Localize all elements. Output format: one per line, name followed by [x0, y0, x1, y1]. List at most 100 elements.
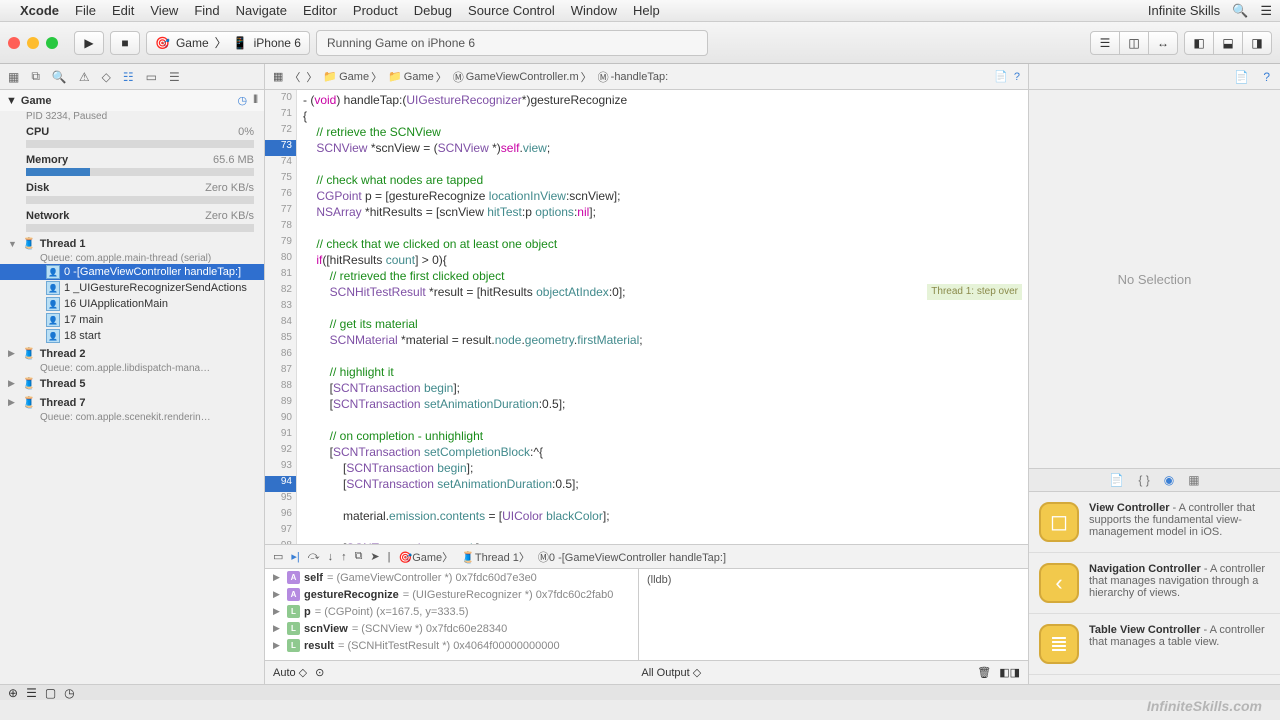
media-lib-icon[interactable]: ▦: [1188, 473, 1199, 487]
file-inspector-tab-icon[interactable]: 📄: [1234, 70, 1249, 84]
gauge-cpu[interactable]: CPU0%: [0, 122, 264, 150]
library-item[interactable]: ◻ View Controller - A controller that su…: [1029, 492, 1280, 553]
related-items-icon[interactable]: ▦: [273, 70, 283, 83]
object-lib-icon[interactable]: ◉: [1164, 473, 1174, 487]
thread-row[interactable]: ▶ 🧵Thread 5: [0, 374, 264, 393]
scope-icon[interactable]: ▢: [45, 686, 56, 700]
inspector: 📄 ? No Selection 📄 { } ◉ ▦ ◻ View Contro…: [1028, 64, 1280, 684]
thread-row[interactable]: ▶ 🧵Thread 2: [0, 344, 264, 363]
run-button[interactable]: ▶: [74, 31, 104, 55]
test-nav-icon[interactable]: ◇: [102, 70, 111, 84]
menu-editor[interactable]: Editor: [303, 3, 337, 18]
variables-filter-icon[interactable]: ⊙: [315, 666, 324, 679]
menu-source-control[interactable]: Source Control: [468, 3, 555, 18]
variable-row[interactable]: ▶ L result = (SCNHitTestResult *) 0x4064…: [265, 637, 638, 654]
file-template-lib-icon[interactable]: 📄: [1109, 473, 1124, 487]
menu-edit[interactable]: Edit: [112, 3, 134, 18]
code-snippet-lib-icon[interactable]: { }: [1138, 473, 1149, 487]
jump-group[interactable]: Game: [404, 71, 434, 83]
standard-editor-button[interactable]: ☰: [1090, 31, 1120, 55]
filter-icon[interactable]: ⊕: [8, 686, 18, 700]
menu-help[interactable]: Help: [633, 3, 660, 18]
symbol-nav-icon[interactable]: ⧉: [31, 69, 40, 84]
library-item[interactable]: ‹ Navigation Controller - A controller t…: [1029, 553, 1280, 614]
clear-console-icon[interactable]: 🗑: [977, 666, 991, 679]
step-over-button[interactable]: ⤼: [308, 550, 320, 563]
spotlight-icon[interactable]: 🔍: [1232, 3, 1248, 19]
jump-file[interactable]: GameViewController.m: [466, 71, 579, 83]
menu-navigate[interactable]: Navigate: [236, 3, 287, 18]
file-inspector-icon[interactable]: 📄: [994, 70, 1008, 83]
menu-find[interactable]: Find: [194, 3, 219, 18]
jump-project[interactable]: Game: [339, 71, 369, 83]
console-view[interactable]: (lldb): [639, 569, 1028, 660]
toggle-inspector-button[interactable]: ◨: [1242, 31, 1272, 55]
breakpoint-nav-icon[interactable]: ▭: [146, 70, 157, 84]
back-button[interactable]: 〈: [289, 69, 300, 85]
clock-icon[interactable]: ◷: [64, 686, 74, 700]
console-output-selector[interactable]: All Output ◇: [641, 666, 701, 679]
debug-view-hierarchy-button[interactable]: ⧉: [355, 550, 363, 563]
notification-icon[interactable]: ☰: [1260, 3, 1272, 19]
debug-bar: ▭ ▸| ⤼ ↓ ↑ ⧉ ➤ | 🎯Game〉 🧵Thread 1〉 Ⓜ0 -[…: [265, 545, 1028, 569]
debug-crumb-frame[interactable]: 0 -[GameViewController handleTap:]: [549, 552, 726, 564]
variables-scope-selector[interactable]: Auto ◇: [273, 666, 307, 679]
menu-debug[interactable]: Debug: [414, 3, 452, 18]
menubar-right-label: Infinite Skills: [1148, 3, 1220, 18]
forward-button[interactable]: 〉: [306, 69, 317, 85]
simulate-location-button[interactable]: ➤: [370, 550, 379, 563]
variable-row[interactable]: ▶ L p = (CGPoint) (x=167.5, y=333.5): [265, 603, 638, 620]
toggle-debug-view-icon[interactable]: ▭: [273, 550, 283, 563]
close-button[interactable]: [8, 37, 20, 49]
variable-row[interactable]: ▶ A gestureRecognize = (UIGestureRecogni…: [265, 586, 638, 603]
jump-bar[interactable]: ▦ 〈 〉 📁Game〉 📁Game〉 ⓂGameViewController.…: [265, 64, 1028, 90]
variables-view[interactable]: ▶ A self = (GameViewController *) 0x7fdc…: [265, 569, 639, 660]
quick-help-icon[interactable]: ?: [1014, 71, 1020, 83]
version-editor-button[interactable]: ↔: [1148, 31, 1178, 55]
toggle-debug-button[interactable]: ⬓: [1213, 31, 1243, 55]
thread-row[interactable]: ▼ 🧵Thread 1: [0, 234, 264, 253]
toggle-navigator-button[interactable]: ◧: [1184, 31, 1214, 55]
gauge-memory[interactable]: Memory65.6 MB: [0, 150, 264, 178]
step-into-button[interactable]: ↓: [328, 551, 334, 563]
search-nav-icon[interactable]: 🔍: [52, 70, 67, 84]
library-item[interactable]: ≣ Table View Controller - A controller t…: [1029, 614, 1280, 675]
debug-crumb-process[interactable]: Game: [412, 552, 442, 564]
stack-frame[interactable]: 👤17 main: [0, 312, 264, 328]
console-pane-toggle[interactable]: ◧◨: [999, 666, 1020, 679]
menu-file[interactable]: File: [75, 3, 96, 18]
thread-row[interactable]: ▶ 🧵Thread 7: [0, 393, 264, 412]
code-editor[interactable]: 7071727374757677787980818283848586878889…: [265, 90, 1028, 544]
debug-crumb-thread[interactable]: Thread 1: [475, 552, 519, 564]
project-header[interactable]: ▼ Game ◷ ⦀: [0, 90, 264, 111]
menu-window[interactable]: Window: [571, 3, 617, 18]
stack-frame[interactable]: 👤16 UIApplicationMain: [0, 296, 264, 312]
stack-frame[interactable]: 👤18 start: [0, 328, 264, 344]
stop-button[interactable]: ■: [110, 31, 140, 55]
debug-nav-icon[interactable]: ☷: [123, 70, 134, 84]
scheme-selector[interactable]: 🎯 Game 〉 📱 iPhone 6: [146, 31, 310, 55]
menu-product[interactable]: Product: [353, 3, 398, 18]
minimize-button[interactable]: [27, 37, 39, 49]
menu-app[interactable]: Xcode: [20, 3, 59, 18]
step-out-button[interactable]: ↑: [341, 551, 347, 563]
report-nav-icon[interactable]: ☰: [169, 70, 180, 84]
console-prompt: (lldb): [647, 574, 671, 586]
object-library[interactable]: ◻ View Controller - A controller that su…: [1029, 492, 1280, 684]
variable-row[interactable]: ▶ A self = (GameViewController *) 0x7fdc…: [265, 569, 638, 586]
gauge-network[interactable]: NetworkZero KB/s: [0, 206, 264, 234]
zoom-button[interactable]: [46, 37, 58, 49]
stack-frame[interactable]: 👤0 -[GameViewController handleTap:]: [0, 264, 264, 280]
project-nav-icon[interactable]: ▦: [8, 70, 19, 84]
gauge-disk[interactable]: DiskZero KB/s: [0, 178, 264, 206]
jump-symbol[interactable]: -handleTap:: [611, 71, 669, 83]
stack-frame[interactable]: 👤1 _UIGestureRecognizerSendActions: [0, 280, 264, 296]
continue-button[interactable]: ▸|: [291, 550, 299, 563]
outline-icon[interactable]: ☰: [26, 686, 37, 700]
quick-help-tab-icon[interactable]: ?: [1263, 70, 1270, 84]
menu-view[interactable]: View: [150, 3, 178, 18]
variable-row[interactable]: ▶ L scnView = (SCNView *) 0x7fdc60e28340: [265, 620, 638, 637]
issue-nav-icon[interactable]: ⚠: [79, 70, 90, 84]
navigator-tabs: ▦ ⧉ 🔍 ⚠ ◇ ☷ ▭ ☰: [0, 64, 264, 90]
assistant-editor-button[interactable]: ◫: [1119, 31, 1149, 55]
